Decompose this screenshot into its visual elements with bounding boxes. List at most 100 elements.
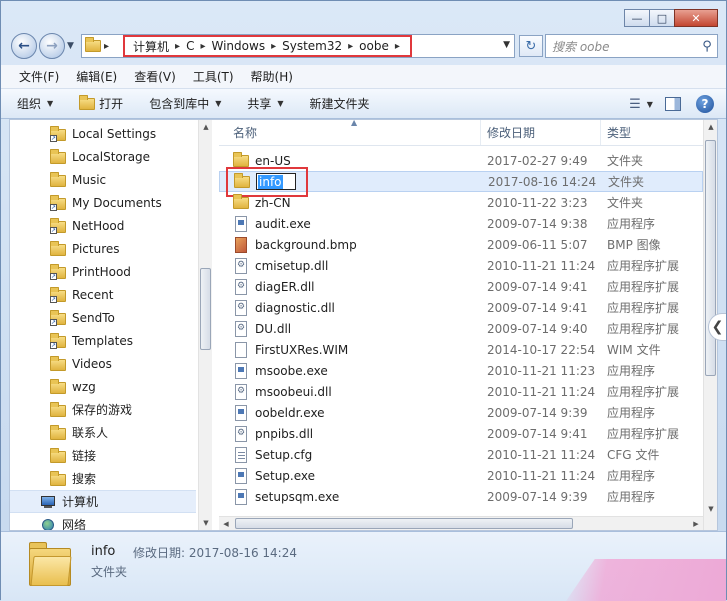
minimize-button[interactable]: — xyxy=(624,9,650,27)
breadcrumb-separator-icon[interactable]: ▸ xyxy=(198,41,207,52)
sidebar-item[interactable]: 计算机 xyxy=(10,490,196,513)
file-row[interactable]: pnpibs.dll 2009-07-14 9:41 应用程序扩展 xyxy=(219,423,703,444)
scroll-down-icon[interactable]: ▼ xyxy=(199,516,213,530)
scroll-up-icon[interactable]: ▲ xyxy=(199,120,213,134)
details-item-type: 文件夹 xyxy=(91,565,128,579)
column-header-type[interactable]: 类型 xyxy=(601,120,703,145)
file-name-cell[interactable]: Setup.cfg xyxy=(219,446,481,463)
breadcrumb-separator-icon[interactable]: ▸ xyxy=(173,41,182,52)
breadcrumb-separator-icon[interactable]: ▸ xyxy=(346,41,355,52)
search-input[interactable]: 搜索 oobe ⚲ xyxy=(545,34,718,58)
sidebar-item[interactable]: Music xyxy=(10,168,196,191)
sidebar-item[interactable]: 网络 xyxy=(10,513,196,530)
file-row[interactable]: DU.dll 2009-07-14 9:40 应用程序扩展 xyxy=(219,318,703,339)
menu-file[interactable]: 文件(F) xyxy=(11,68,68,85)
sidebar-item[interactable]: 保存的游戏 xyxy=(10,398,196,421)
breadcrumb-separator-icon[interactable]: ▸ xyxy=(269,41,278,52)
menu-view[interactable]: 查看(V) xyxy=(126,68,185,85)
file-name-cell[interactable]: cmisetup.dll xyxy=(219,257,481,274)
share-button[interactable]: 共享 ▼ xyxy=(247,95,283,112)
file-list-hscrollbar[interactable]: ◀ ▶ xyxy=(219,516,703,530)
breadcrumb-item[interactable]: 计算机 xyxy=(129,38,173,55)
file-row[interactable]: oobeldr.exe 2009-07-14 9:39 应用程序 xyxy=(219,402,703,423)
scrollbar-thumb[interactable] xyxy=(705,140,716,376)
sidebar-item[interactable]: ↗ SendTo xyxy=(10,306,196,329)
close-button[interactable]: ✕ xyxy=(674,9,718,27)
menu-edit[interactable]: 编辑(E) xyxy=(68,68,126,85)
sidebar-item[interactable]: Pictures xyxy=(10,237,196,260)
scroll-up-icon[interactable]: ▲ xyxy=(704,120,717,134)
file-name-cell[interactable]: diagnostic.dll xyxy=(219,299,481,316)
sidebar-item[interactable]: ↗ Recent xyxy=(10,283,196,306)
file-name-cell[interactable]: pnpibs.dll xyxy=(219,425,481,442)
scroll-down-icon[interactable]: ▼ xyxy=(704,502,717,516)
scroll-left-icon[interactable]: ◀ xyxy=(219,517,233,530)
file-name-cell[interactable]: audit.exe xyxy=(219,215,481,232)
file-row[interactable]: Setup.cfg 2010-11-21 11:24 CFG 文件 xyxy=(219,444,703,465)
file-name-cell[interactable]: msoobe.exe xyxy=(219,362,481,379)
sidebar-item[interactable]: ↗ My Documents xyxy=(10,191,196,214)
navigation-scrollbar[interactable]: ▲ ▼ xyxy=(198,120,212,530)
file-row[interactable]: background.bmp 2009-06-11 5:07 BMP 图像 xyxy=(219,234,703,255)
file-name-cell[interactable]: msoobeui.dll xyxy=(219,383,481,400)
file-name-cell[interactable]: background.bmp xyxy=(219,236,481,253)
file-row[interactable]: setupsqm.exe 2009-07-14 9:39 应用程序 xyxy=(219,486,703,507)
sidebar-item[interactable]: ↗ Local Settings xyxy=(10,122,196,145)
file-name-cell[interactable]: diagER.dll xyxy=(219,278,481,295)
column-header-name[interactable]: 名称 ▲ xyxy=(219,120,481,145)
new-folder-button[interactable]: 新建文件夹 xyxy=(310,95,370,112)
back-button[interactable]: ← xyxy=(11,33,37,59)
address-bar[interactable]: ▸ 计算机 ▸ C ▸ Windows ▸ System32 ▸ oobe ▸ … xyxy=(81,34,515,58)
file-name-cell[interactable]: oobeldr.exe xyxy=(219,404,481,421)
file-row[interactable]: audit.exe 2009-07-14 9:38 应用程序 xyxy=(219,213,703,234)
file-row[interactable]: info 2017-08-16 14:24 文件夹 xyxy=(219,167,703,197)
file-name-cell[interactable]: DU.dll xyxy=(219,320,481,337)
file-name-cell[interactable]: setupsqm.exe xyxy=(219,488,481,505)
menu-tools[interactable]: 工具(T) xyxy=(185,68,243,85)
file-row[interactable]: FirstUXRes.WIM 2014-10-17 22:54 WIM 文件 xyxy=(219,339,703,360)
recent-pages-dropdown[interactable]: ▼ xyxy=(67,41,74,51)
sidebar-item[interactable]: LocalStorage xyxy=(10,145,196,168)
sidebar-item[interactable]: wzg xyxy=(10,375,196,398)
file-row[interactable]: diagER.dll 2009-07-14 9:41 应用程序扩展 xyxy=(219,276,703,297)
file-name-cell[interactable]: info xyxy=(220,167,482,197)
open-button[interactable]: 打开 xyxy=(79,94,123,112)
include-in-library-button[interactable]: 包含到库中 ▼ xyxy=(149,95,221,112)
file-row[interactable]: msoobe.exe 2010-11-21 11:23 应用程序 xyxy=(219,360,703,381)
file-name-cell[interactable]: FirstUXRes.WIM xyxy=(219,341,481,358)
view-options-button[interactable]: ☰ ▼ xyxy=(628,93,654,115)
file-name-cell[interactable]: zh-CN xyxy=(219,193,481,211)
sidebar-item[interactable]: Videos xyxy=(10,352,196,375)
sidebar-item[interactable]: ↗ NetHood xyxy=(10,214,196,237)
forward-button[interactable]: → xyxy=(39,33,65,59)
preview-pane-button[interactable] xyxy=(660,93,686,115)
file-name-cell[interactable]: Setup.exe xyxy=(219,467,481,484)
search-icon[interactable]: ⚲ xyxy=(697,39,717,54)
help-button[interactable]: ? xyxy=(692,93,718,115)
breadcrumb-item[interactable]: C xyxy=(182,39,198,53)
menu-help[interactable]: 帮助(H) xyxy=(243,68,302,85)
breadcrumb-item[interactable]: Windows xyxy=(208,39,270,53)
sidebar-item[interactable]: ↗ PrintHood xyxy=(10,260,196,283)
maximize-button[interactable]: □ xyxy=(649,9,675,27)
sidebar-item[interactable]: 链接 xyxy=(10,444,196,467)
scrollbar-thumb[interactable] xyxy=(200,268,211,350)
file-row[interactable]: Setup.exe 2010-11-21 11:24 应用程序 xyxy=(219,465,703,486)
file-row[interactable]: cmisetup.dll 2010-11-21 11:24 应用程序扩展 xyxy=(219,255,703,276)
address-history-dropdown[interactable]: ▼ xyxy=(503,40,510,50)
sidebar-item[interactable]: ↗ Templates xyxy=(10,329,196,352)
breadcrumb-separator-icon[interactable]: ▸ xyxy=(393,41,402,52)
breadcrumb-item[interactable]: oobe xyxy=(355,39,393,53)
sidebar-item[interactable]: 联系人 xyxy=(10,421,196,444)
file-row[interactable]: diagnostic.dll 2009-07-14 9:41 应用程序扩展 xyxy=(219,297,703,318)
file-row[interactable]: msoobeui.dll 2010-11-21 11:24 应用程序扩展 xyxy=(219,381,703,402)
scrollbar-thumb[interactable] xyxy=(235,518,573,529)
sidebar-item[interactable]: 搜索 xyxy=(10,467,196,490)
address-chevron-icon[interactable]: ▸ xyxy=(104,41,109,52)
column-header-date[interactable]: 修改日期 xyxy=(481,120,601,145)
scroll-right-icon[interactable]: ▶ xyxy=(689,517,703,530)
file-row[interactable]: zh-CN 2010-11-22 3:23 文件夹 xyxy=(219,192,703,213)
breadcrumb-item[interactable]: System32 xyxy=(278,39,346,53)
organize-button[interactable]: 组织 ▼ xyxy=(17,95,53,112)
refresh-button[interactable]: ↻ xyxy=(519,35,543,57)
